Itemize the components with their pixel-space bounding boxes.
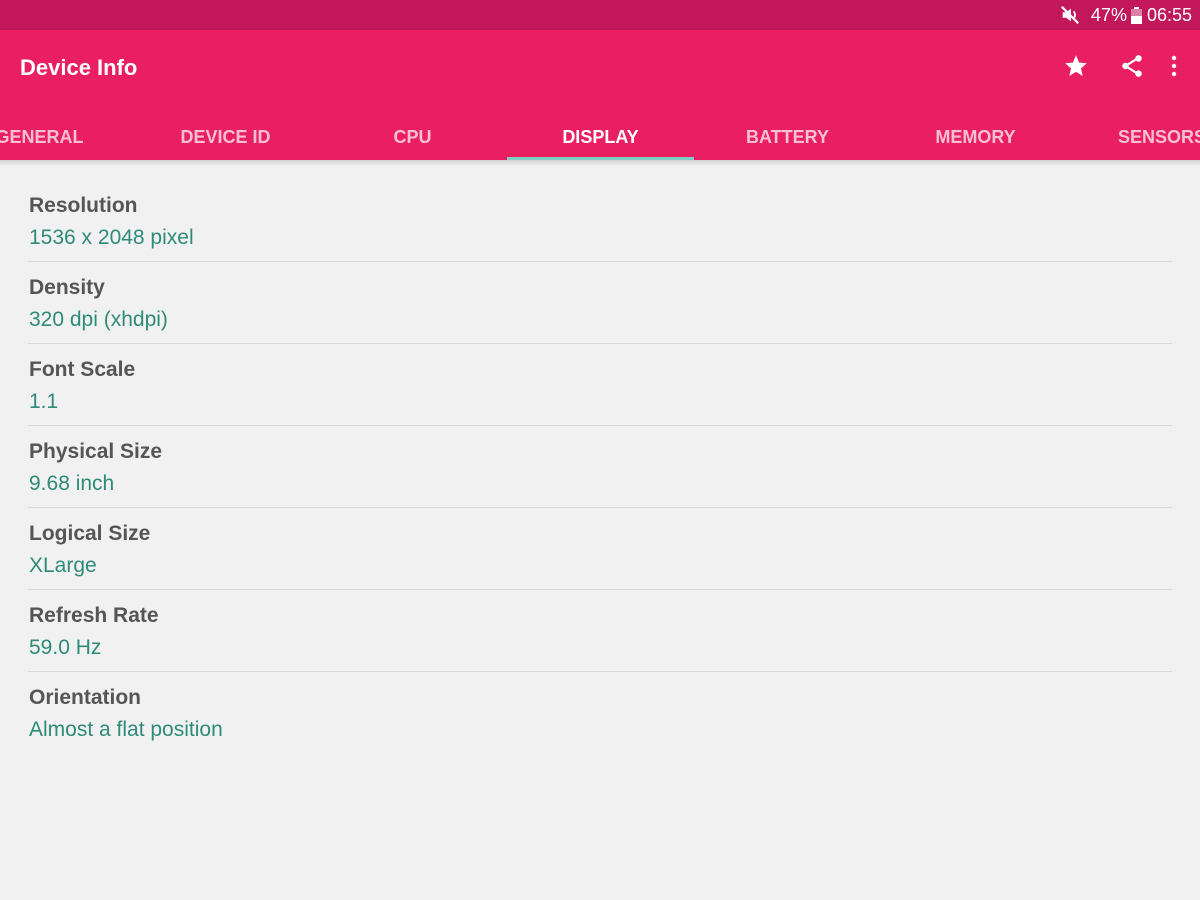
item-label: Density (29, 276, 105, 299)
item-label: Logical Size (29, 522, 151, 545)
item-value: 9.68 inch (29, 472, 115, 495)
tab-device-id[interactable]: DEVICE ID (132, 114, 319, 160)
display-info-list: Resolution 1536 x 2048 pixel Density 320… (28, 180, 1172, 754)
list-item: Density 320 dpi (xhdpi) (28, 262, 1172, 344)
toolbar-actions (1062, 52, 1180, 80)
item-value: XLarge (29, 554, 97, 577)
overflow-menu-button[interactable] (1168, 52, 1180, 80)
battery-icon (1130, 6, 1142, 24)
app-bar: Device Info GENERAL DEVICE ID CPU DISPLA… (0, 30, 1200, 160)
list-item: Logical Size XLarge (28, 508, 1172, 590)
item-value: 320 dpi (xhdpi) (29, 308, 168, 331)
tab-bar: GENERAL DEVICE ID CPU DISPLAY BATTERY ME… (0, 114, 1200, 160)
item-label: Refresh Rate (29, 604, 159, 627)
item-value: Almost a flat position (29, 718, 223, 741)
tab-sensors[interactable]: SENSORS (1069, 114, 1200, 160)
clock: 06:55 (1146, 4, 1192, 25)
item-value: 1.1 (29, 390, 59, 413)
more-vert-icon (1171, 55, 1177, 77)
list-item: Resolution 1536 x 2048 pixel (28, 180, 1172, 262)
share-button[interactable] (1118, 52, 1146, 80)
item-label: Font Scale (29, 358, 136, 381)
battery-percent: 47% (1090, 4, 1127, 25)
list-item: Font Scale 1.1 (28, 344, 1172, 426)
item-label: Resolution (29, 194, 138, 217)
list-item: Physical Size 9.68 inch (28, 426, 1172, 508)
item-value: 59.0 Hz (29, 636, 102, 659)
tab-general[interactable]: GENERAL (0, 114, 133, 160)
tab-memory[interactable]: MEMORY (882, 114, 1069, 160)
tab-cpu[interactable]: CPU (319, 114, 506, 160)
tab-display[interactable]: DISPLAY (507, 114, 694, 160)
list-item: Refresh Rate 59.0 Hz (28, 590, 1172, 672)
status-bar: 47% 06:55 (0, 0, 1200, 30)
app-title: Device Info (20, 55, 138, 80)
share-icon (1122, 55, 1142, 77)
list-item: Orientation Almost a flat position (28, 672, 1172, 754)
star-icon (1065, 55, 1087, 76)
favorite-button[interactable] (1062, 52, 1090, 80)
item-label: Orientation (29, 686, 142, 709)
item-value: 1536 x 2048 pixel (29, 226, 194, 249)
mute-icon (1060, 5, 1079, 25)
app-bar-shadow (0, 160, 1200, 166)
item-label: Physical Size (29, 440, 163, 463)
tab-battery[interactable]: BATTERY (694, 114, 881, 160)
